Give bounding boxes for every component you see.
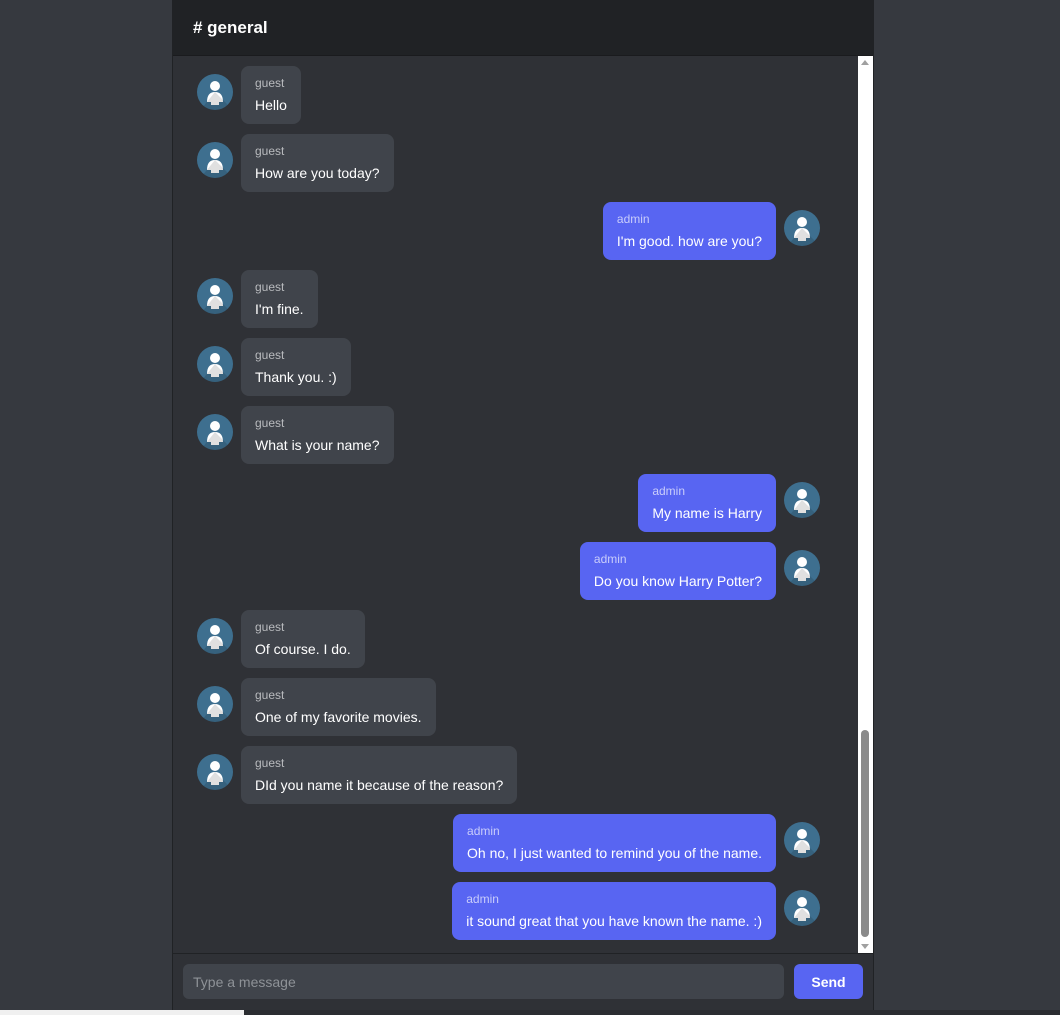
message-item: guest What is your name?	[197, 406, 394, 464]
message-author: guest	[255, 144, 285, 158]
message-bubble: guest One of my favorite movies.	[241, 678, 436, 736]
message-author: admin	[652, 484, 685, 498]
message-bubble: guest How are you today?	[241, 134, 394, 192]
user-avatar-icon	[784, 890, 820, 926]
message-item: admin Oh no, I just wanted to remind you…	[453, 814, 820, 872]
message-text: One of my favorite movies.	[255, 709, 422, 725]
message-bubble: guest Of course. I do.	[241, 610, 365, 668]
message-bubble: admin I'm good. how are you?	[602, 202, 776, 260]
message-item: guest How are you today?	[197, 134, 394, 192]
user-avatar-icon	[784, 550, 820, 586]
user-avatar-icon	[197, 278, 233, 314]
channel-title: # general	[193, 18, 268, 37]
taskbar-segment	[0, 1010, 244, 1015]
message-author: guest	[255, 688, 285, 702]
message-bubble: guest Thank you. :)	[241, 338, 351, 396]
message-author: admin	[616, 212, 650, 226]
user-avatar-icon	[197, 686, 233, 722]
message-author: admin	[467, 824, 500, 838]
user-avatar-icon	[197, 618, 233, 654]
message-bubble: guest Hello	[241, 66, 301, 124]
message-author: guest	[255, 756, 285, 770]
message-author: admin	[593, 552, 627, 566]
message-text: DId you name it because of the reason?	[255, 777, 504, 793]
user-avatar-icon	[197, 346, 233, 382]
scroll-thumb[interactable]	[861, 730, 869, 937]
message-text: Do you know Harry Potter?	[593, 573, 762, 589]
user-avatar-icon	[197, 74, 233, 110]
user-avatar-icon	[197, 414, 233, 450]
message-text: My name is Harry	[652, 505, 762, 521]
message-author: guest	[255, 76, 285, 90]
channel-header: # general	[173, 1, 873, 56]
message-bubble: guest DId you name it because of the rea…	[241, 746, 518, 804]
user-avatar-icon	[197, 142, 233, 178]
message-author: guest	[255, 416, 285, 430]
message-composer: Send	[173, 953, 873, 1011]
message-item: admin it sound great that you have known…	[452, 882, 820, 940]
message-text: I'm fine.	[255, 301, 304, 317]
message-item: guest One of my favorite movies.	[197, 678, 436, 736]
message-scrollbar[interactable]	[858, 56, 873, 953]
message-item: admin My name is Harry	[638, 474, 820, 532]
message-text: Thank you. :)	[255, 369, 337, 385]
user-avatar-icon	[784, 822, 820, 858]
message-input[interactable]	[183, 964, 784, 999]
message-author: guest	[255, 280, 285, 294]
scroll-down-arrow-icon[interactable]	[861, 944, 869, 949]
message-author: admin	[466, 892, 499, 906]
message-item: guest I'm fine.	[197, 270, 318, 328]
message-bubble: admin Oh no, I just wanted to remind you…	[453, 814, 776, 872]
message-item: guest Of course. I do.	[197, 610, 365, 668]
user-avatar-icon	[784, 210, 820, 246]
message-text: it sound great that you have known the n…	[466, 913, 762, 929]
scroll-up-arrow-icon[interactable]	[861, 60, 869, 65]
message-text: Of course. I do.	[255, 641, 351, 657]
message-bubble: guest What is your name?	[241, 406, 394, 464]
message-text: What is your name?	[255, 437, 380, 453]
message-text: Oh no, I just wanted to remind you of th…	[467, 845, 762, 861]
message-bubble: admin it sound great that you have known…	[452, 882, 776, 940]
message-author: guest	[255, 620, 285, 634]
send-button[interactable]: Send	[794, 964, 863, 999]
message-list[interactable]: guest Hello guest How are you today? adm…	[173, 56, 859, 953]
user-avatar-icon	[197, 754, 233, 790]
user-avatar-icon	[784, 482, 820, 518]
message-text: I'm good. how are you?	[616, 233, 762, 249]
message-author: guest	[255, 348, 285, 362]
message-bubble: guest I'm fine.	[241, 270, 318, 328]
chat-window: # general guest Hello guest How are you …	[172, 0, 874, 1011]
message-item: admin I'm good. how are you?	[602, 202, 820, 260]
message-item: guest DId you name it because of the rea…	[197, 746, 518, 804]
message-item: guest Thank you. :)	[197, 338, 351, 396]
message-bubble: admin My name is Harry	[638, 474, 776, 532]
taskbar-strip	[0, 1010, 1060, 1015]
message-item: guest Hello	[197, 66, 301, 124]
message-text: Hello	[255, 97, 287, 113]
message-text: How are you today?	[255, 165, 380, 181]
message-item: admin Do you know Harry Potter?	[579, 542, 820, 600]
message-bubble: admin Do you know Harry Potter?	[579, 542, 776, 600]
